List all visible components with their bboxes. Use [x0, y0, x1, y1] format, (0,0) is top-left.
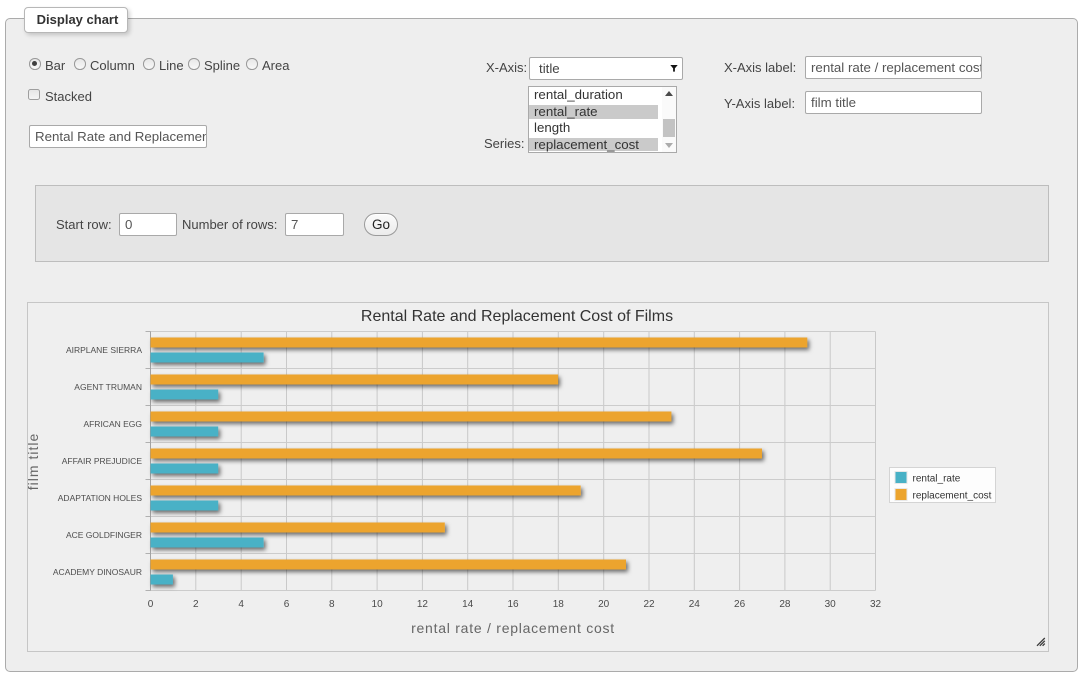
svg-text:AFFAIR PREJUDICE: AFFAIR PREJUDICE — [61, 456, 142, 466]
svg-text:26: 26 — [734, 599, 746, 610]
svg-text:4: 4 — [238, 599, 244, 610]
svg-text:0: 0 — [147, 599, 153, 610]
svg-text:AGENT TRUMAN: AGENT TRUMAN — [74, 382, 142, 392]
svg-text:AIRPLANE SIERRA: AIRPLANE SIERRA — [65, 345, 141, 355]
svg-text:film title: film title — [28, 432, 41, 489]
svg-text:28: 28 — [779, 599, 791, 610]
svg-text:AFRICAN EGG: AFRICAN EGG — [83, 419, 142, 429]
svg-text:24: 24 — [688, 599, 700, 610]
svg-text:Rental Rate and Replacement Co: Rental Rate and Replacement Cost of Film… — [360, 308, 672, 325]
svg-text:18: 18 — [552, 599, 564, 610]
svg-text:2: 2 — [193, 599, 199, 610]
svg-text:30: 30 — [824, 599, 836, 610]
svg-text:rental rate / replacement cost: rental rate / replacement cost — [411, 620, 615, 636]
svg-text:replacement_cost: replacement_cost — [912, 490, 991, 501]
svg-text:20: 20 — [598, 599, 610, 610]
svg-text:14: 14 — [462, 599, 474, 610]
svg-text:12: 12 — [416, 599, 428, 610]
svg-text:rental_rate: rental_rate — [912, 473, 960, 484]
svg-text:10: 10 — [371, 599, 383, 610]
svg-text:22: 22 — [643, 599, 655, 610]
svg-text:6: 6 — [283, 599, 289, 610]
svg-text:16: 16 — [507, 599, 519, 610]
svg-text:8: 8 — [329, 599, 335, 610]
svg-text:ACE GOLDFINGER: ACE GOLDFINGER — [65, 530, 141, 540]
svg-text:32: 32 — [869, 599, 881, 610]
svg-text:ADAPTATION HOLES: ADAPTATION HOLES — [57, 493, 142, 503]
svg-text:ACADEMY DINOSAUR: ACADEMY DINOSAUR — [52, 567, 141, 577]
